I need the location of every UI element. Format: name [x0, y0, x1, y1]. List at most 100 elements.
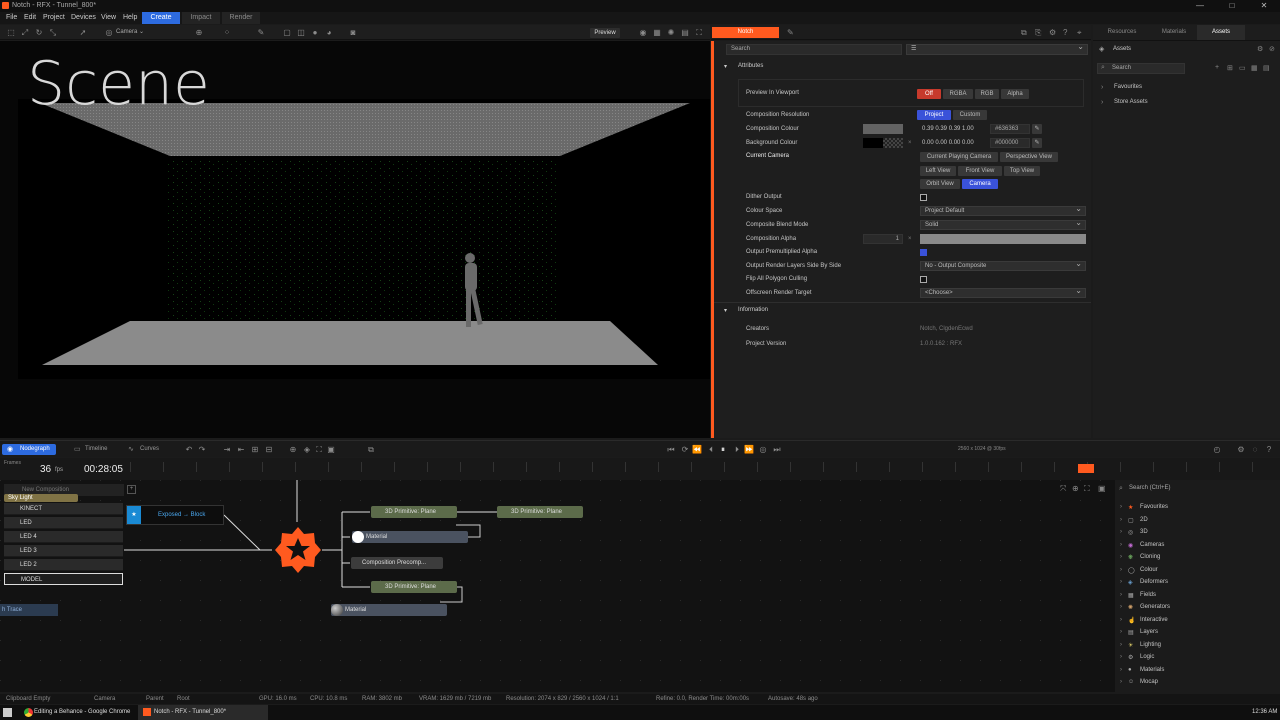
windows-start-icon[interactable] — [3, 708, 12, 717]
close-button[interactable]: ✕ — [1248, 0, 1280, 12]
export-icon[interactable]: ⇤ — [236, 445, 246, 454]
node-material-1[interactable]: Material — [352, 531, 468, 543]
snapshot-icon[interactable]: ◉ — [638, 28, 648, 37]
mode-tab-render[interactable]: Render — [222, 12, 260, 24]
taskbar-notch-item[interactable]: Notch - RFX - Tunnel_800* — [154, 709, 226, 715]
eyedropper-icon[interactable]: ✎ — [1032, 138, 1042, 148]
layout-icon[interactable]: ▤ — [680, 28, 690, 37]
shaded-icon[interactable]: ● — [310, 28, 320, 37]
camera-perspective-button[interactable]: Perspective View — [1000, 152, 1058, 162]
skip-start-icon[interactable]: ⏮ — [666, 445, 676, 454]
camera-current-playing-button[interactable]: Current Playing Camera — [920, 152, 998, 162]
flip-all-polygon-culling-checkbox[interactable] — [920, 276, 927, 283]
expand-icon[interactable]: › — [1120, 542, 1122, 548]
redo-icon[interactable]: ↷ — [197, 445, 207, 454]
preview-alpha-button[interactable]: Alpha — [1001, 89, 1029, 99]
library-2d[interactable]: 2D — [1140, 517, 1148, 523]
library-layers[interactable]: Layers — [1140, 629, 1158, 635]
tab-assets[interactable]: Assets — [1197, 25, 1245, 40]
minimize-button[interactable]: — — [1184, 0, 1216, 12]
layer-sky-light[interactable]: Sky Light — [4, 494, 78, 502]
settings-icon[interactable]: ⚙ — [1049, 28, 1056, 37]
frame-icon[interactable]: ▢ — [282, 28, 292, 37]
layer-led-3[interactable]: LED 3 — [4, 545, 123, 557]
trace-node[interactable]: h Trace — [0, 604, 58, 616]
node-3d-primitive-plane-2[interactable]: 3D Primitive: Plane — [497, 506, 583, 518]
comment-icon[interactable]: ▣ — [326, 445, 336, 454]
attributes-section-toggle[interactable]: ▾ — [724, 63, 727, 70]
layer-kinect[interactable]: KINECT — [4, 503, 123, 515]
add-icon[interactable]: + — [1215, 64, 1219, 71]
zoom-icon[interactable]: ⊕ — [194, 28, 204, 37]
scene-viewport[interactable]: Scene — [0, 41, 710, 438]
preview-off-button[interactable]: Off — [917, 89, 941, 99]
paste-icon[interactable]: ⎘ — [1035, 28, 1041, 38]
grid-icon[interactable]: ▦ — [652, 28, 662, 37]
scale-tool-icon[interactable]: ⤡ — [48, 28, 58, 37]
layer-led-2[interactable]: LED 2 — [4, 559, 123, 571]
node-composition-precomp[interactable]: Composition Precomp... — [351, 557, 443, 569]
timecode[interactable]: 00:28:05 — [84, 464, 123, 475]
prev-frame-icon[interactable]: ⏪ — [692, 445, 702, 454]
library-deformers[interactable]: Deformers — [1140, 579, 1168, 585]
next-frame-icon[interactable]: ⏩ — [744, 445, 754, 454]
arrange-icon[interactable]: ◈ — [302, 445, 312, 454]
layer-add-icon[interactable]: + — [127, 485, 136, 494]
composition-alpha-slider[interactable] — [920, 234, 1086, 244]
import-icon[interactable]: ⇥ — [222, 445, 232, 454]
step-back-icon[interactable]: ⏴ — [706, 445, 716, 454]
rotate-tool-icon[interactable]: ↻ — [34, 28, 44, 37]
list-view-icon[interactable]: ▤ — [1263, 64, 1270, 72]
camera-orbit-view-button[interactable]: Orbit View — [920, 179, 960, 189]
playhead[interactable] — [1078, 464, 1094, 473]
pause-icon[interactable]: ⏸ — [718, 445, 728, 454]
node-3d-primitive-plane-3[interactable]: 3D Primitive: Plane — [371, 581, 457, 593]
menu-view[interactable]: View — [101, 14, 116, 21]
library-fields[interactable]: Fields — [1140, 592, 1156, 598]
zoom-icon[interactable]: ⊕ — [1072, 484, 1079, 493]
ungroup-icon[interactable]: ⊟ — [264, 445, 274, 454]
add-node-icon[interactable]: ⊕ — [288, 445, 298, 454]
expand-icon[interactable]: › — [1120, 592, 1122, 598]
fit-view-icon[interactable]: ⤧ — [1060, 484, 1066, 494]
output-premultiplied-alpha-checkbox[interactable] — [920, 249, 927, 256]
library-3d[interactable]: 3D — [1140, 529, 1148, 535]
settings-icon[interactable]: ⚙ — [1236, 445, 1246, 454]
undo-icon[interactable]: ↶ — [184, 445, 194, 454]
node-3d-primitive-plane-1[interactable]: 3D Primitive: Plane — [371, 506, 457, 518]
expand-icon[interactable]: › — [1120, 554, 1122, 560]
select-tool-icon[interactable]: ⬚ — [6, 28, 16, 37]
mute-icon[interactable]: ◌ — [1250, 445, 1260, 454]
step-forward-icon[interactable]: ⏵ — [732, 445, 742, 454]
vr-icon[interactable]: ◙ — [348, 28, 358, 37]
menu-file[interactable]: File — [6, 14, 17, 21]
offscreen-render-target-dropdown[interactable]: <Choose> — [920, 287, 1086, 298]
colour-space-dropdown[interactable]: Project Default — [920, 205, 1086, 216]
exposed-node[interactable]: ★ Exposed → Block — [126, 505, 224, 525]
layer-led[interactable]: LED — [4, 517, 123, 529]
camera-selector[interactable]: Camera ⌄ — [116, 28, 176, 37]
expand-icon[interactable]: › — [1120, 642, 1122, 648]
eyedropper-icon[interactable]: ✎ — [1032, 124, 1042, 134]
render-mode-icon[interactable]: ◕ — [324, 28, 334, 37]
preview-rgb-button[interactable]: RGB — [975, 89, 999, 99]
expand-icon[interactable]: › — [1120, 529, 1122, 535]
library-lighting[interactable]: Lighting — [1140, 642, 1161, 648]
resolution-custom-button[interactable]: Custom — [953, 110, 987, 120]
library-favourites[interactable]: Favourites — [1140, 504, 1168, 510]
mode-tab-impact[interactable]: Impact — [182, 12, 220, 24]
camera-left-view-button[interactable]: Left View — [920, 166, 956, 176]
pin-alpha-icon[interactable]: × — [908, 236, 912, 242]
assets-search-input[interactable]: Search — [1097, 63, 1185, 74]
cursor-tool-icon[interactable]: ➚ — [78, 28, 88, 37]
camera-top-view-button[interactable]: Top View — [1004, 166, 1040, 176]
properties-filter-dropdown[interactable]: ☰ — [906, 43, 1088, 55]
assets-settings-icon[interactable]: ⚙ — [1257, 45, 1263, 53]
expand-icon[interactable]: › — [1120, 629, 1122, 635]
frame-nodes-icon[interactable]: ⛶ — [314, 445, 324, 454]
preview-rgba-button[interactable]: RGBA — [943, 89, 973, 99]
folder-icon[interactable]: ⊞ — [1227, 64, 1233, 72]
menu-help[interactable]: Help — [123, 14, 137, 21]
camera-camera-button[interactable]: Camera — [962, 179, 998, 189]
library-materials[interactable]: Materials — [1140, 667, 1164, 673]
